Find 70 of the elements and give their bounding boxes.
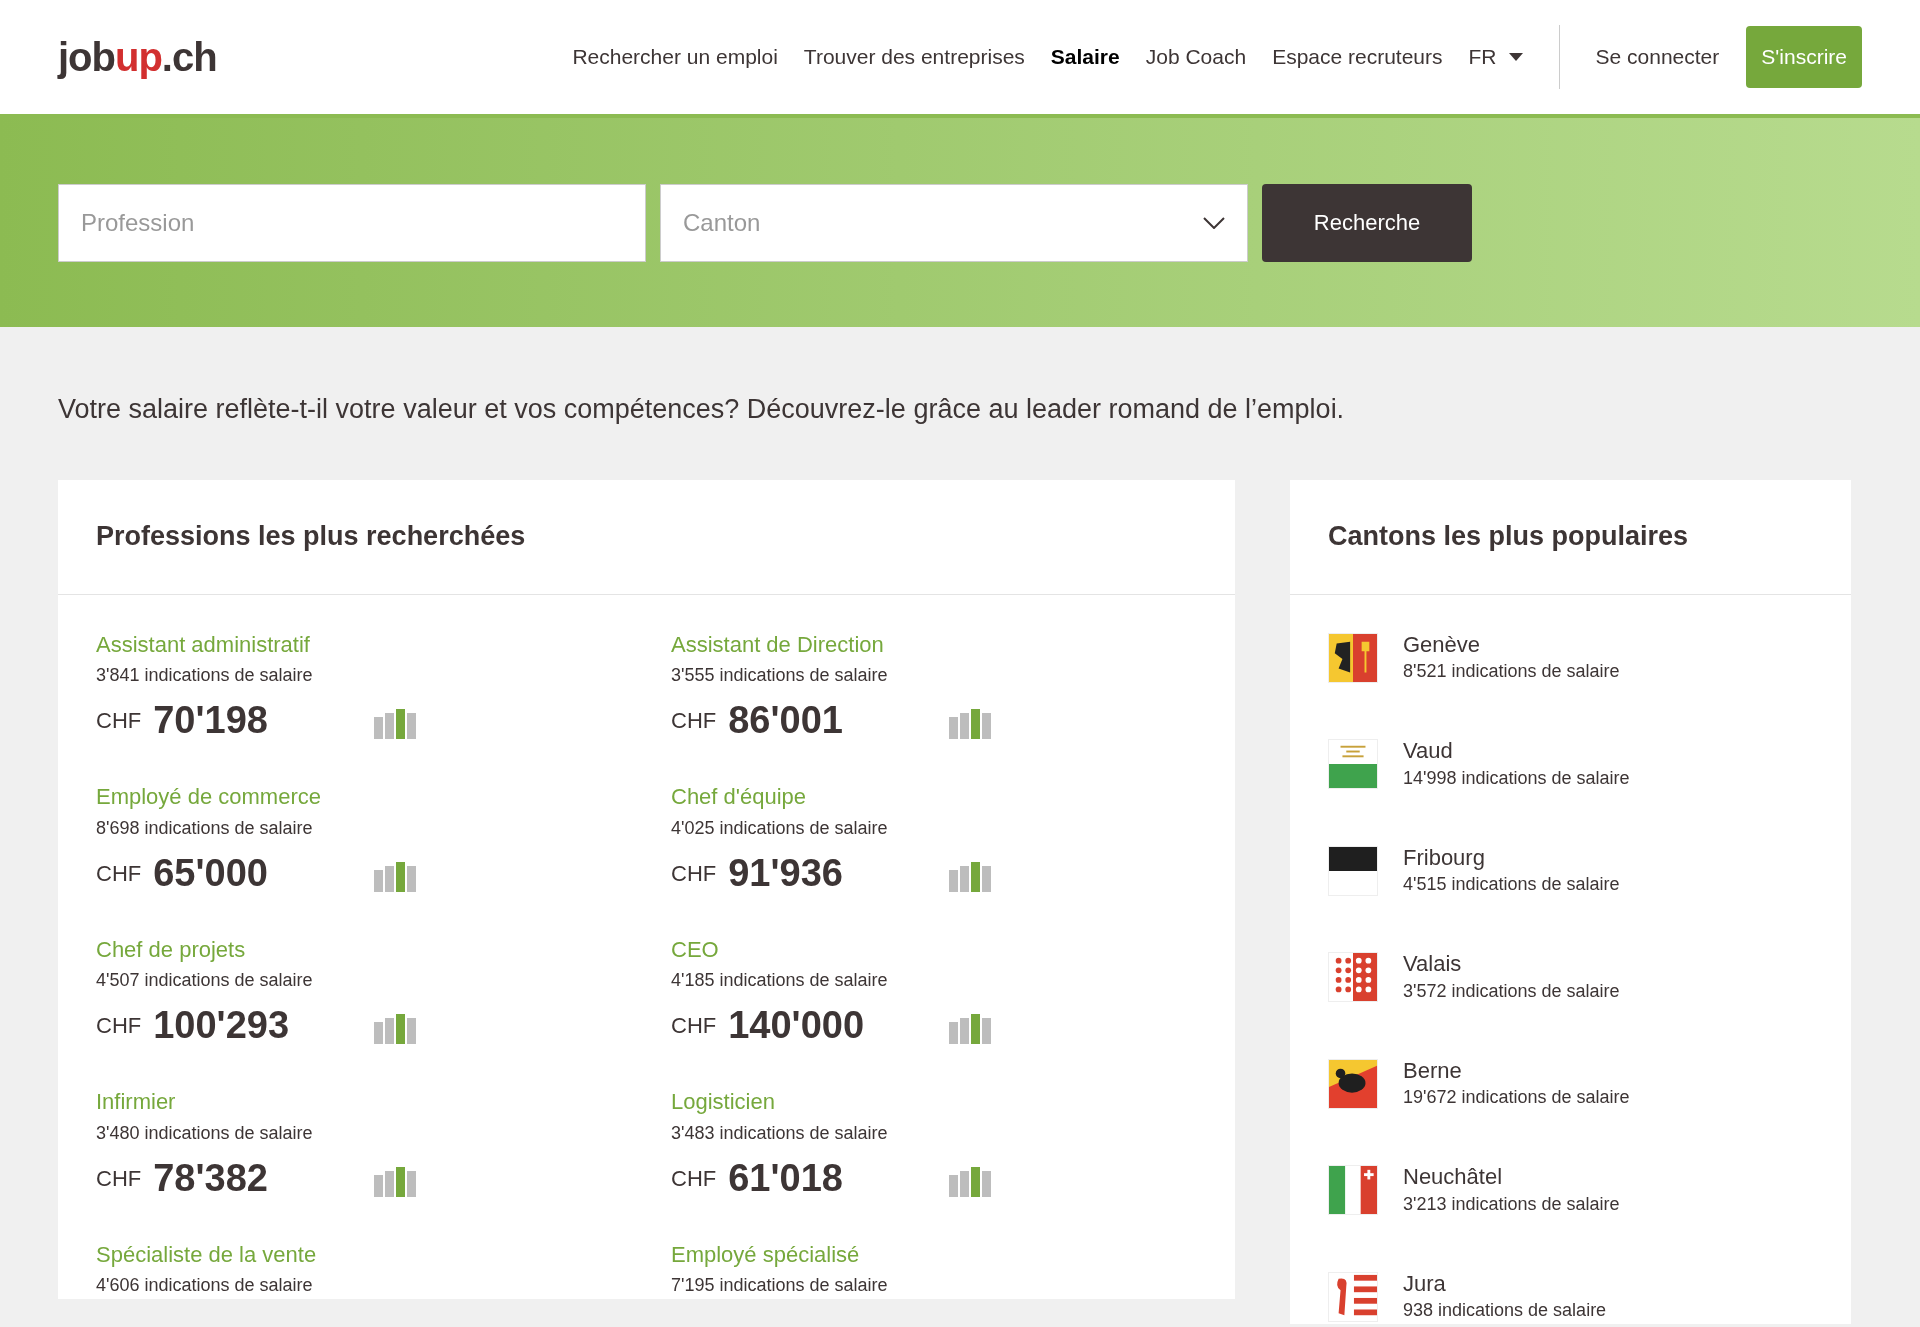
- bar-chart-icon: [374, 709, 416, 739]
- indication-count: 4'025 indications de salaire: [671, 816, 889, 840]
- bar-chart-icon: [374, 1014, 416, 1044]
- canton-link[interactable]: Jura: [1403, 1269, 1607, 1297]
- currency-label: CHF: [96, 859, 142, 888]
- salary-value: 70'198: [153, 701, 268, 739]
- bar-chart-icon: [949, 709, 991, 739]
- card-title: Professions les plus recherchées: [58, 479, 1235, 595]
- login-link[interactable]: Se connecter: [1595, 41, 1720, 73]
- indication-count: 3'572 indications de salaire: [1403, 979, 1620, 1003]
- currency-label: CHF: [96, 707, 142, 735]
- indication-count: 7'195 indications de salaire: [671, 1274, 889, 1297]
- nav-link[interactable]: Rechercher un emploi: [572, 41, 778, 73]
- indication-count: 3'555 indications de salaire: [671, 664, 889, 687]
- logo[interactable]: jobup.ch: [58, 27, 217, 87]
- currency-label: CHF: [96, 1012, 142, 1040]
- currency-label: CHF: [671, 859, 717, 888]
- flag-icon: [1328, 952, 1378, 1003]
- currency-label: CHF: [671, 1164, 717, 1193]
- salary-value: 100'293: [153, 1006, 290, 1044]
- salary-value: 91'936: [728, 853, 843, 892]
- bar-chart-icon: [949, 1166, 991, 1197]
- canton-link[interactable]: Neuchâtel: [1403, 1163, 1620, 1191]
- language-selector[interactable]: FR: [1468, 41, 1523, 73]
- card-title: Cantons les plus populaires: [1290, 479, 1851, 595]
- bar-chart-icon: [374, 1166, 416, 1197]
- intro-text: Votre salaire reflète-t-il votre valeur et vos compétences? Découvrez-le grâce au leader romand de l’emploi.: [58, 393, 1346, 426]
- canton-link[interactable]: Vaud: [1403, 737, 1630, 765]
- salary-value: 78'382: [153, 1158, 268, 1197]
- flag-icon: [1328, 739, 1378, 790]
- indication-count: 4'515 indications de salaire: [1403, 873, 1620, 896]
- currency-label: CHF: [671, 707, 717, 735]
- nav-link[interactable]: Trouver des entreprises: [803, 41, 1025, 73]
- canton-link[interactable]: Valais: [1403, 950, 1620, 978]
- bar-chart-icon: [374, 861, 416, 892]
- caret-icon: [1508, 53, 1523, 61]
- nav-link[interactable]: Job Coach: [1145, 41, 1247, 73]
- nav-link[interactable]: Espace recruteurs: [1272, 41, 1443, 73]
- indication-count: 4'606 indications de salaire: [96, 1274, 314, 1297]
- canton-link[interactable]: Fribourg: [1403, 843, 1620, 871]
- indication-count: 3'213 indications de salaire: [1403, 1192, 1620, 1216]
- salary-value: 61'018: [728, 1158, 843, 1197]
- flag-icon: [1328, 632, 1378, 683]
- search-button[interactable]: Recherche: [1262, 183, 1472, 262]
- flag-icon: [1328, 845, 1378, 896]
- chevron-down-icon: [1203, 216, 1225, 229]
- flag-icon: [1328, 1271, 1378, 1322]
- indication-count: 8'521 indications de salaire: [1403, 660, 1620, 683]
- canton-link[interactable]: Berne: [1403, 1056, 1630, 1084]
- profession-field[interactable]: Profession: [58, 183, 646, 262]
- indication-count: 3'841 indications de salaire: [96, 664, 314, 687]
- flag-icon: [1328, 1058, 1378, 1109]
- canton-link[interactable]: Genève: [1403, 630, 1620, 658]
- flag-icon: [1328, 1165, 1378, 1216]
- bar-chart-icon: [949, 861, 991, 892]
- salary-value: 86'001: [728, 701, 843, 739]
- indication-count: 8'698 indications de salaire: [96, 816, 314, 840]
- currency-label: CHF: [96, 1164, 142, 1193]
- indication-count: 4'185 indications de salaire: [671, 969, 889, 992]
- salary-value: 140'000: [728, 1006, 865, 1044]
- currency-label: CHF: [671, 1012, 717, 1040]
- indication-count: 14'998 indications de salaire: [1403, 766, 1630, 790]
- indication-count: 3'483 indications de salaire: [671, 1121, 889, 1145]
- indication-count: 19'672 indications de salaire: [1403, 1086, 1630, 1109]
- bar-chart-icon: [949, 1014, 991, 1044]
- nav-link[interactable]: Salaire: [1050, 41, 1120, 73]
- indication-count: 3'480 indications de salaire: [96, 1121, 314, 1145]
- indication-count: 4'507 indications de salaire: [96, 969, 314, 992]
- indication-count: 938 indications de salaire: [1403, 1299, 1607, 1322]
- salary-value: 65'000: [153, 853, 268, 892]
